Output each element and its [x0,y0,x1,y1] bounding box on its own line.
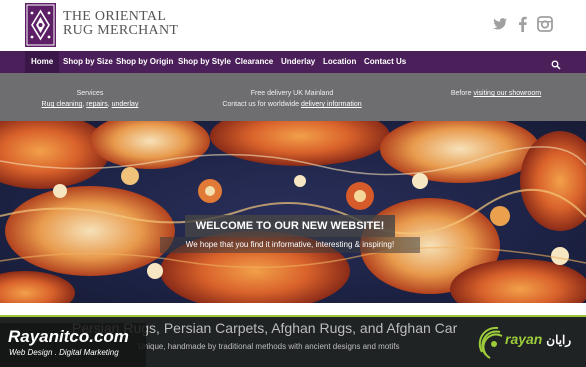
welcome-title-box: WELCOME TO OUR NEW WEBSITE! [185,215,395,237]
showroom-line: Before visiting our showroom [450,90,542,97]
facebook-icon[interactable] [515,16,531,32]
nav-item-shop-by-style[interactable]: Shop by Style [178,51,231,73]
repairs-link[interactable]: repairs [86,101,107,108]
delivery-info: Free delivery UK Mainland Contact us for… [212,88,372,110]
visiting-showroom-link[interactable]: visiting our showroom [473,90,541,97]
nav-item-contact-us[interactable]: Contact Us [364,51,406,73]
services-title: Services [76,90,104,97]
instagram-icon[interactable] [537,16,553,32]
rayan-logo-text: rayan رایان [505,331,572,347]
services-info: Services Rug cleaning, repairs, underlay [40,88,140,110]
welcome-subtitle: We hope that you find it informative, in… [160,237,420,253]
watermark-slogan: Web Design . Digital Marketing [9,348,119,357]
rug-cleaning-link[interactable]: Rug cleaning [42,101,83,108]
delivery-line1: Free delivery UK Mainland [250,90,334,97]
info-bar: Services Rug cleaning, repairs, underlay… [0,73,586,121]
underlay-link[interactable]: underlay [112,101,139,108]
logo-icon[interactable] [25,3,56,47]
site-header: THE ORIENTAL RUG MERCHANT [0,0,586,51]
brand-name-line2: RUG MERCHANT [63,23,179,38]
search-icon[interactable] [551,57,561,70]
nav-item-underlay[interactable]: Underlay [281,51,315,73]
nav-item-clearance[interactable]: Clearance [235,51,273,73]
twitter-icon[interactable] [492,16,508,32]
brand-name[interactable]: THE ORIENTAL RUG MERCHANT [63,10,178,38]
delivery-information-link[interactable]: delivery information [301,101,362,108]
rug-image [0,121,586,303]
nav-item-shop-by-size[interactable]: Shop by Size [63,51,113,73]
page-tagline: Unique, handmade by traditional methods … [138,342,400,351]
delivery-line2: Contact us for worldwide delivery inform… [222,101,362,108]
showroom-info: Before visiting our showroom [425,88,567,99]
main-nav: Home Shop by Size Shop by Origin Shop by… [0,51,586,73]
nav-item-shop-by-origin[interactable]: Shop by Origin [116,51,173,73]
brand-name-line1: THE ORIENTAL [63,9,167,24]
welcome-title: WELCOME TO OUR NEW WEBSITE! [195,220,385,232]
services-links: Rug cleaning, repairs, underlay [41,101,139,108]
nav-item-location[interactable]: Location [323,51,356,73]
watermark-site: Rayanitco.com [8,327,129,346]
hero-banner[interactable]: WELCOME TO OUR NEW WEBSITE! We hope that… [0,121,586,303]
nav-item-home[interactable]: Home [25,51,60,73]
